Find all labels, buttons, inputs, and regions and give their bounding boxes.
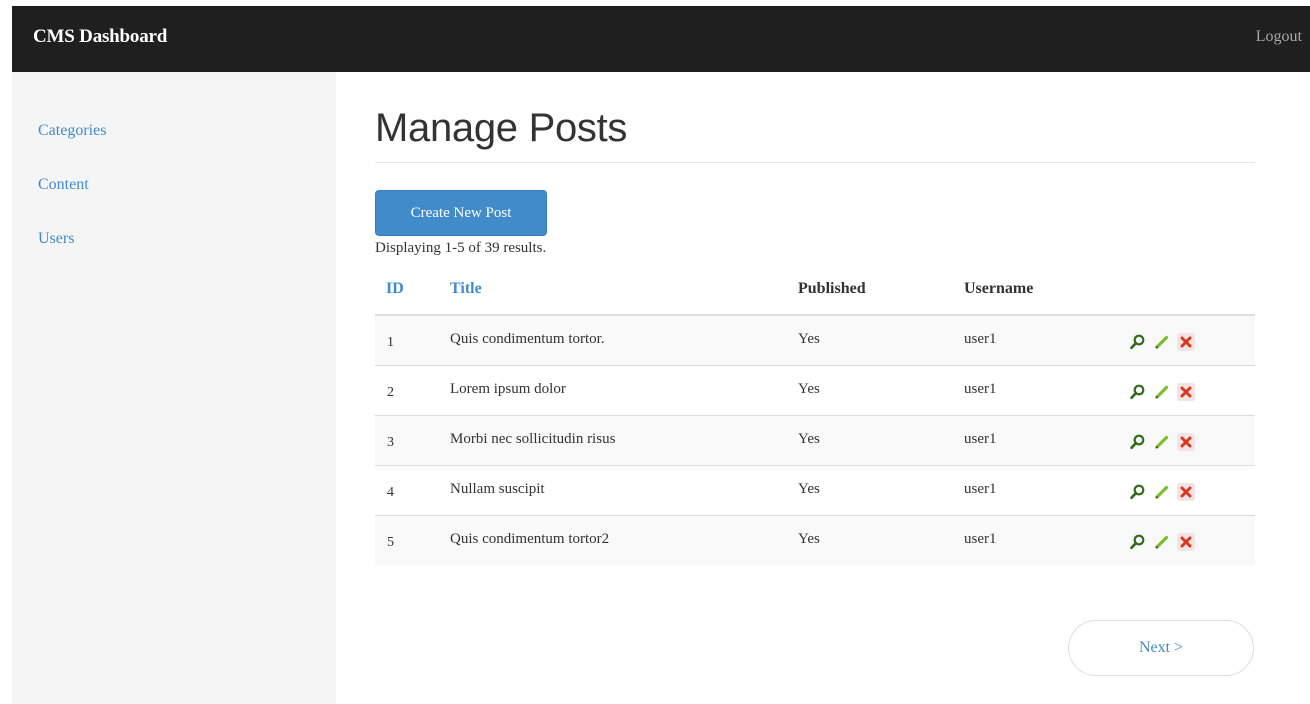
cell-published: Yes <box>798 331 820 347</box>
pencil-edit-icon[interactable] <box>1153 533 1171 551</box>
cell-published: Yes <box>798 531 820 547</box>
cell-title: Lorem ipsum dolor <box>450 381 566 397</box>
magnifier-view-icon[interactable] <box>1129 383 1147 401</box>
cross-delete-icon[interactable] <box>1177 483 1195 501</box>
cell-username: user1 <box>964 531 997 547</box>
cell-id: 1 <box>387 335 394 350</box>
magnifier-view-icon[interactable] <box>1129 333 1147 351</box>
row-actions <box>1129 333 1201 351</box>
cross-delete-icon[interactable] <box>1177 383 1195 401</box>
sidebar: Categories Content Users <box>12 72 336 704</box>
create-new-post-button[interactable]: Create New Post <box>375 190 547 236</box>
table-row: 1 Quis condimentum tortor. Yes user1 <box>375 316 1255 366</box>
next-page-button[interactable]: Next > <box>1068 620 1254 676</box>
cell-id: 5 <box>387 535 394 550</box>
pencil-edit-icon[interactable] <box>1153 483 1171 501</box>
column-header-published: Published <box>798 280 866 297</box>
magnifier-view-icon[interactable] <box>1129 433 1147 451</box>
posts-table: ID Title Published Username 1 Quis condim… <box>375 268 1255 566</box>
magnifier-view-icon[interactable] <box>1129 483 1147 501</box>
pencil-edit-icon[interactable] <box>1153 433 1171 451</box>
cell-id: 2 <box>387 385 394 400</box>
column-header-username: Username <box>964 280 1034 297</box>
cross-delete-icon[interactable] <box>1177 333 1195 351</box>
row-actions <box>1129 433 1201 451</box>
table-row: 2 Lorem ipsum dolor Yes user1 <box>375 366 1255 416</box>
cell-title: Quis condimentum tortor. <box>450 331 605 347</box>
column-header-title[interactable]: Title <box>450 280 482 298</box>
logout-link[interactable]: Logout <box>1256 28 1302 46</box>
page-title: Manage Posts <box>375 106 628 150</box>
cell-username: user1 <box>964 481 997 497</box>
cell-id: 4 <box>387 485 394 500</box>
app-frame: CMS Dashboard Logout Categories Content … <box>12 6 1310 704</box>
cell-title: Morbi nec sollicitudin risus <box>450 431 616 447</box>
cell-username: user1 <box>964 331 997 347</box>
cell-published: Yes <box>798 431 820 447</box>
results-summary: Displaying 1-5 of 39 results. <box>375 240 547 256</box>
pencil-edit-icon[interactable] <box>1153 333 1171 351</box>
pencil-edit-icon[interactable] <box>1153 383 1171 401</box>
sidebar-item-users[interactable]: Users <box>38 230 74 248</box>
table-body: 1 Quis condimentum tortor. Yes user1 2 Lorem … <box>375 316 1255 566</box>
row-actions <box>1129 533 1201 551</box>
cross-delete-icon[interactable] <box>1177 533 1195 551</box>
brand-link[interactable]: CMS Dashboard <box>33 26 167 48</box>
table-header: ID Title Published Username <box>375 268 1255 316</box>
cell-published: Yes <box>798 381 820 397</box>
title-divider <box>375 162 1255 163</box>
sidebar-item-content[interactable]: Content <box>38 176 89 194</box>
row-actions <box>1129 383 1201 401</box>
table-row: 5 Quis condimentum tortor2 Yes user1 <box>375 516 1255 566</box>
table-row: 4 Nullam suscipit Yes user1 <box>375 466 1255 516</box>
cell-id: 3 <box>387 435 394 450</box>
column-header-id[interactable]: ID <box>386 280 404 298</box>
cell-username: user1 <box>964 431 997 447</box>
magnifier-view-icon[interactable] <box>1129 533 1147 551</box>
top-navbar: CMS Dashboard Logout <box>12 6 1310 72</box>
row-actions <box>1129 483 1201 501</box>
cell-title: Quis condimentum tortor2 <box>450 531 610 547</box>
table-row: 3 Morbi nec sollicitudin risus Yes user1 <box>375 416 1255 466</box>
cross-delete-icon[interactable] <box>1177 433 1195 451</box>
sidebar-item-categories[interactable]: Categories <box>38 122 106 140</box>
cell-published: Yes <box>798 481 820 497</box>
cell-username: user1 <box>964 381 997 397</box>
cell-title: Nullam suscipit <box>450 481 545 497</box>
